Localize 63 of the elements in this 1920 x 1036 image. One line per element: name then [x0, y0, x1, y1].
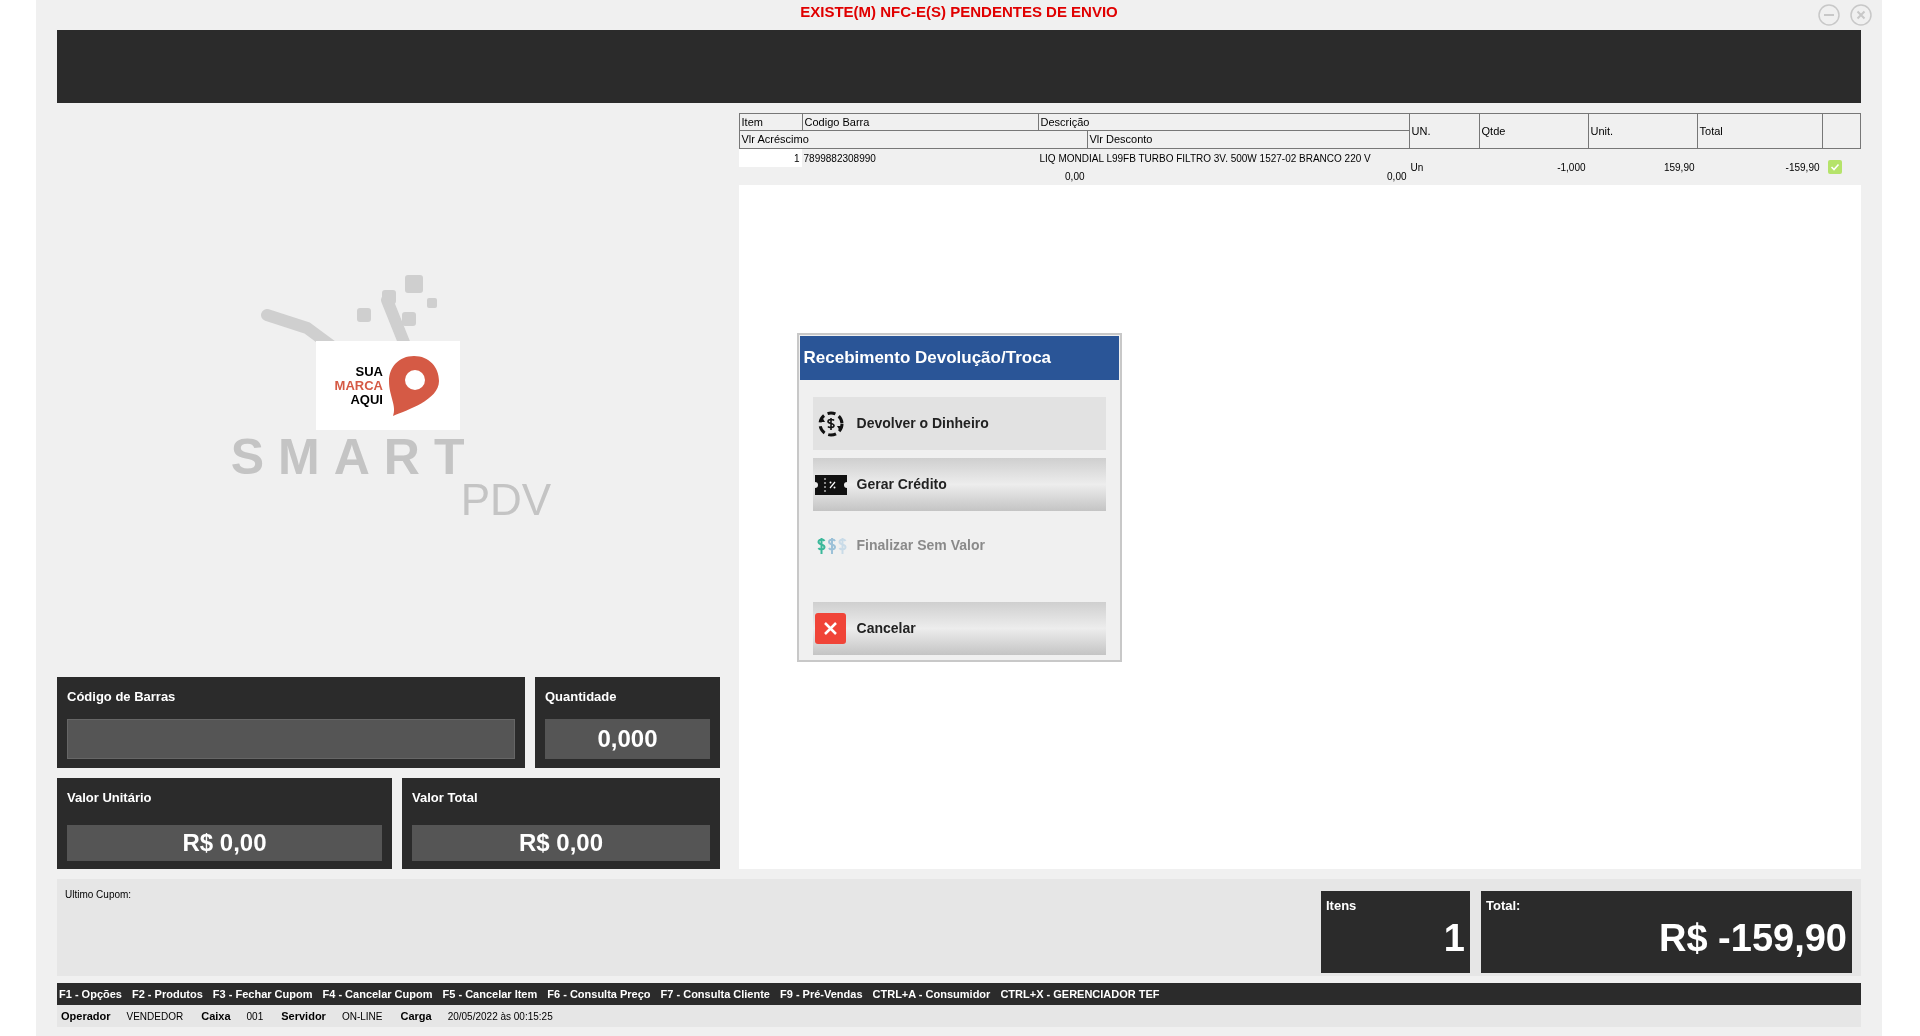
field-label: Quantidade [545, 688, 618, 706]
table-cell-text: 1 [793, 151, 800, 166]
barcode-input[interactable] [67, 718, 515, 759]
column-header[interactable]: Total [1697, 114, 1823, 148]
shortcut-label[interactable]: F5 - Cancelar Item [442, 985, 538, 1003]
items-label: Itens [1326, 897, 1358, 915]
quantity-field[interactable]: 0,000 [545, 718, 710, 759]
column-header[interactable]: Unit. [1588, 114, 1698, 148]
field-label: Valor Total [412, 789, 479, 807]
items-count: 1 [1443, 915, 1465, 960]
status-value: 001 [246, 1009, 264, 1024]
shortcut-label[interactable]: CTRL+X - GERENCIADOR TEF [1000, 985, 1160, 1003]
shortcut-label[interactable]: CTRL+A - Consumidor [872, 985, 991, 1003]
column-header[interactable]: Descrição [1038, 114, 1410, 130]
last-coupon-label: Ultimo Cupom: [65, 889, 132, 900]
table-cell-text: 159,90 [1663, 160, 1695, 175]
map-pin-icon [386, 353, 441, 418]
column-header[interactable]: Vlr Desconto [1087, 131, 1410, 148]
column-header[interactable]: UN. [1409, 114, 1480, 148]
logo-text: AQUI [350, 392, 383, 407]
status-value: 20/05/2022 às 00:15:25 [447, 1009, 553, 1024]
logo-text: MARCA [334, 378, 383, 393]
dialog-option-button[interactable]: Devolver o Dinheiro [812, 397, 1106, 450]
ticket-icon [814, 474, 847, 495]
table-cell-text: Un [1410, 160, 1424, 175]
column-header[interactable]: Qtde [1479, 114, 1589, 148]
logo-text: SUA [355, 364, 383, 379]
table-cell-text: -159,90 [1785, 160, 1820, 175]
status-label: Carga [400, 1008, 432, 1024]
status-label: Caixa [201, 1008, 231, 1024]
close-icon [815, 613, 846, 644]
shortcut-label[interactable]: F2 - Produtos [131, 985, 203, 1003]
field-label: Código de Barras [67, 688, 177, 706]
field-label: Valor Unitário [67, 789, 153, 807]
column-header[interactable]: Vlr Acréscimo [739, 131, 1088, 148]
shortcut-label[interactable]: F4 - Cancelar Cupom [322, 985, 433, 1003]
shortcut-label[interactable]: F9 - Pré-Vendas [780, 985, 863, 1003]
dialog-title: Recebimento Devolução/Troca [799, 336, 1119, 380]
table-cell-text: -1,000 [1557, 160, 1586, 175]
total-amount: R$ -159,90 [1659, 915, 1847, 960]
shortcut-label[interactable]: F7 - Consulta Cliente [660, 985, 770, 1003]
minimize-icon[interactable] [1818, 4, 1840, 26]
column-header[interactable]: Item [739, 114, 803, 130]
status-value: VENDEDOR [126, 1009, 184, 1024]
check-icon[interactable] [1827, 160, 1842, 174]
unit-value-field: R$ 0,00 [67, 824, 382, 861]
status-value: ON-LINE [341, 1009, 383, 1024]
total-value-field: R$ 0,00 [412, 824, 710, 861]
table-cell-text: 0,00 [1387, 169, 1407, 184]
status-label: Servidor [281, 1008, 326, 1024]
shortcut-label[interactable]: F1 - Opções [59, 985, 122, 1003]
table-cell-text: 0,00 [1065, 169, 1085, 184]
table-cell: LIQ MONDIAL L99FB TURBO FILTRO 3V. 500W 1527-02 BRANCO 220 V [1039, 152, 1371, 164]
column-header[interactable]: Codigo Barra [802, 114, 1039, 130]
close-icon[interactable] [1850, 4, 1872, 26]
dialog-option-button[interactable]: Cancelar [812, 602, 1106, 655]
shortcut-label[interactable]: F6 - Consulta Preço [547, 985, 651, 1003]
dialog-option-button[interactable]: Gerar Crédito [812, 458, 1106, 511]
status-label: Operador [61, 1008, 111, 1024]
table-cell: 7899882308990 [803, 152, 876, 164]
window-title: EXISTE(M) NFC-E(S) PENDENTES DE ENVIO [800, 2, 1118, 22]
total-label: Total: [1486, 897, 1522, 915]
shortcut-label[interactable]: F3 - Fechar Cupom [212, 985, 313, 1003]
